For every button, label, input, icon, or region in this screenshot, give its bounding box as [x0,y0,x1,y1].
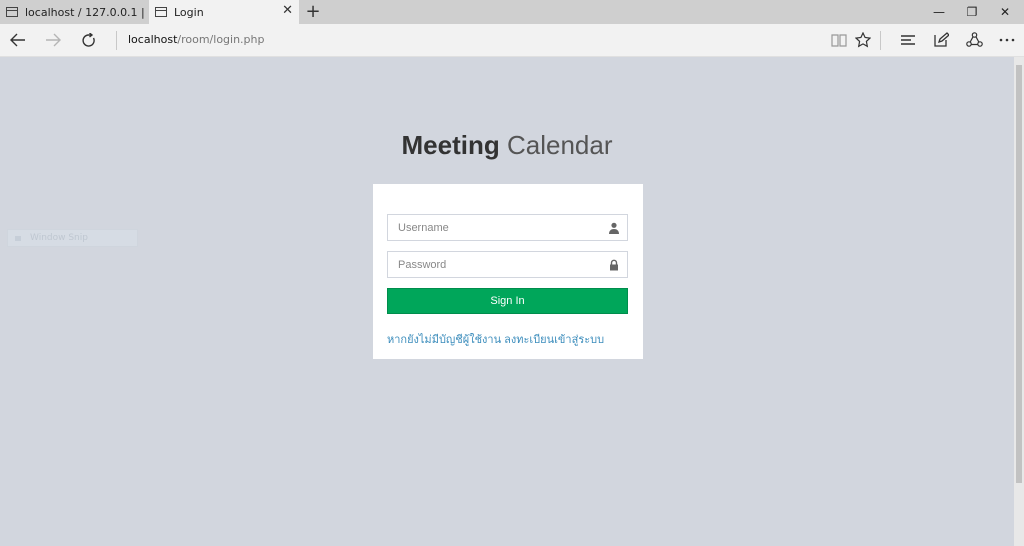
brand-bold: Meeting [401,130,500,160]
page-icon [6,7,18,17]
back-button[interactable] [5,29,31,51]
reading-view-icon [831,34,847,47]
tab-label: localhost / 127.0.0.1 | phpM [25,5,148,19]
back-arrow-icon [10,33,25,47]
forward-arrow-icon [46,33,61,47]
window-snip-overlay[interactable]: Window Snip [7,229,138,247]
minimize-button[interactable]: — [922,0,956,24]
toolbar-divider [880,31,881,50]
tab-login[interactable]: Login ✕ [149,0,299,24]
new-tab-button[interactable]: + [304,1,322,23]
hub-button[interactable] [895,29,921,51]
address-bar[interactable]: localhost/room/login.php [128,33,265,46]
register-link[interactable]: หากยังไม่มีบัญชีผู้ใช้งาน ลงทะเบียนเข้าส… [387,330,604,348]
share-icon [965,32,983,47]
web-note-icon [934,32,949,47]
brand-light: Calendar [506,130,613,160]
refresh-button[interactable] [75,29,101,51]
address-path: /room/login.php [177,33,265,46]
username-input[interactable] [388,215,627,240]
user-icon [609,222,619,234]
sign-in-button[interactable]: Sign In [387,288,628,314]
restore-button[interactable]: ❐ [955,0,989,24]
tab-phpmyadmin[interactable]: localhost / 127.0.0.1 | phpM [0,0,148,24]
address-divider [116,31,117,50]
lock-icon [610,259,618,271]
page-title: Meeting Calendar [0,130,1014,161]
username-field[interactable] [387,214,628,241]
more-icon [999,38,1015,42]
favorite-star-icon [855,32,871,48]
page-scrollbar[interactable] [1014,57,1024,546]
address-host: localhost [128,33,178,46]
browser-toolbar: localhost/room/login.php [0,24,1024,57]
page-icon [155,7,167,17]
refresh-icon [81,32,95,47]
share-button[interactable] [961,29,987,51]
reading-view-button[interactable] [826,29,852,51]
close-tab-icon[interactable]: ✕ [282,3,293,18]
password-input[interactable] [388,252,627,277]
close-window-button[interactable]: ✕ [988,0,1022,24]
favorite-button[interactable] [850,29,876,51]
tab-label: Login [174,5,204,19]
forward-button[interactable] [40,29,66,51]
tab-strip: localhost / 127.0.0.1 | phpM Login ✕ + —… [0,0,1024,24]
hub-icon [901,35,915,45]
more-button[interactable] [994,29,1020,51]
web-note-button[interactable] [928,29,954,51]
scrollbar-thumb[interactable] [1016,65,1022,483]
password-field[interactable] [387,251,628,278]
login-box: Sign In หากยังไม่มีบัญชีผู้ใช้งาน ลงทะเบ… [373,184,643,359]
